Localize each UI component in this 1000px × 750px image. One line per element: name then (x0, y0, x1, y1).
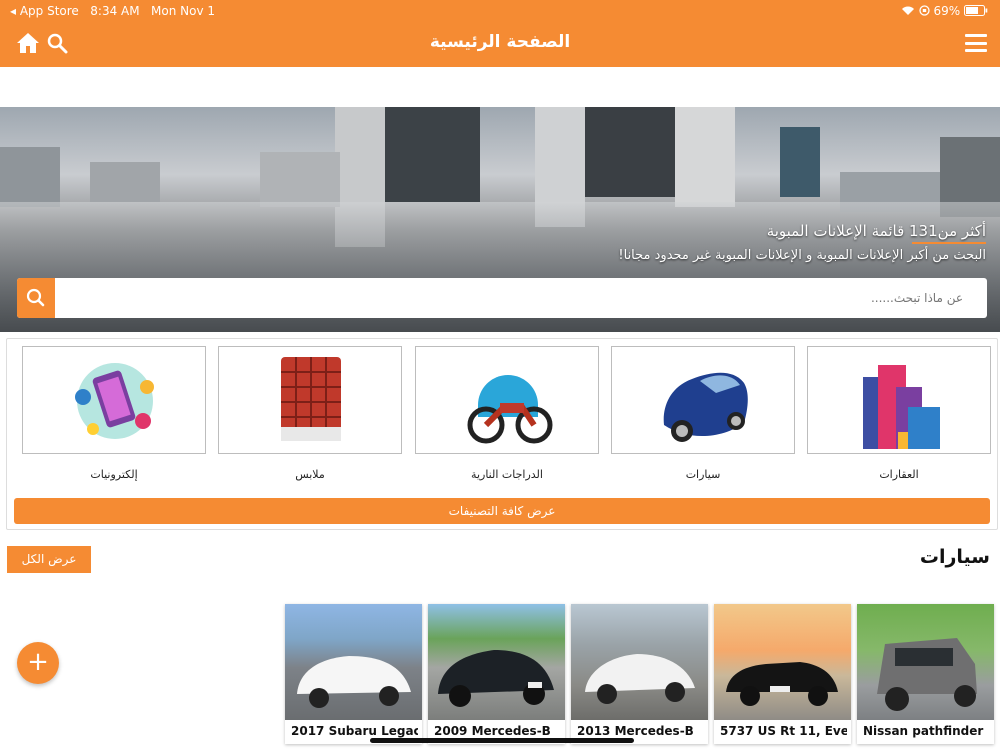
page-title: الصفحة الرئيسية (429, 32, 571, 52)
listing-title: 2009 Mercedes-B (434, 724, 551, 738)
battery-percentage: 69% (933, 4, 961, 18)
view-all-button[interactable]: عرض الكل (7, 546, 91, 573)
category-label: العقارات (879, 468, 919, 481)
category-cars[interactable]: سيارات (611, 346, 795, 481)
search-button[interactable] (17, 278, 55, 318)
category-label: ملابس (295, 468, 325, 481)
section-title: سيارات (919, 546, 990, 568)
hero-banner: أكثر من131 قائمة الإعلانات المبوبة البحث… (0, 107, 1000, 332)
listing-card[interactable]: 5737 US Rt 11, Eve (714, 604, 851, 744)
category-label: إلكترونيات (90, 468, 138, 481)
listing-image (857, 604, 994, 720)
hero-subtitle: البحث من أكبر الإعلانات المبوبة و الإعلا… (618, 248, 986, 263)
status-date: Mon Nov 1 (151, 4, 216, 18)
view-all-categories-button[interactable]: عرض كافة التصنيفات (14, 498, 990, 524)
listing-card[interactable]: 2013 Mercedes-B (571, 604, 708, 744)
search-bar (17, 278, 987, 318)
building-icon (863, 365, 940, 449)
listing-title: 5737 US Rt 11, Eve (720, 724, 847, 738)
search-icon (26, 288, 45, 307)
category-label: سيارات (685, 468, 721, 481)
battery-icon (964, 5, 988, 16)
orientation-lock-icon (919, 5, 930, 16)
hero-headline: أكثر من131 قائمة الإعلانات المبوبة (766, 222, 986, 240)
back-to-app-store[interactable]: ◂ App Store (10, 4, 79, 18)
listing-image (285, 604, 422, 720)
motorcycle-icon (467, 375, 553, 444)
status-bar: ◂ App Store 8:34 AM Mon Nov 1 69% (0, 0, 1000, 22)
listing-image (571, 604, 708, 720)
category-real-estate[interactable]: العقارات (807, 346, 991, 481)
listing-title: Nissan pathfinder (863, 724, 984, 738)
listing-image (714, 604, 851, 720)
categories-panel: العقارات سيارات الدراجات النارية ملابس إ… (6, 338, 998, 530)
hamburger-menu-icon[interactable] (965, 34, 987, 52)
home-indicator[interactable] (370, 738, 634, 743)
category-motorcycles[interactable]: الدراجات النارية (415, 346, 599, 481)
navbar: الصفحة الرئيسية (0, 22, 1000, 67)
listing-title: 2017 Subaru Legacy (291, 724, 418, 738)
car-icon (663, 372, 748, 442)
listing-card[interactable]: Nissan pathfinder (857, 604, 994, 744)
listing-card[interactable]: 2009 Mercedes-B (428, 604, 565, 744)
search-input[interactable] (61, 278, 977, 318)
status-time: 8:34 AM (90, 4, 140, 18)
category-label: الدراجات النارية (471, 468, 543, 481)
listing-title: 2013 Mercedes-B (577, 724, 694, 738)
category-clothes[interactable]: ملابس (218, 346, 402, 481)
listing-card[interactable]: 2017 Subaru Legacy (285, 604, 422, 744)
headline-underline (912, 242, 986, 244)
category-electronics[interactable]: إلكترونيات (22, 346, 206, 481)
add-listing-button[interactable]: + (17, 642, 59, 684)
wifi-icon (901, 6, 914, 15)
listing-image (428, 604, 565, 720)
shirt-icon (281, 357, 341, 441)
electronics-icon (75, 363, 154, 439)
